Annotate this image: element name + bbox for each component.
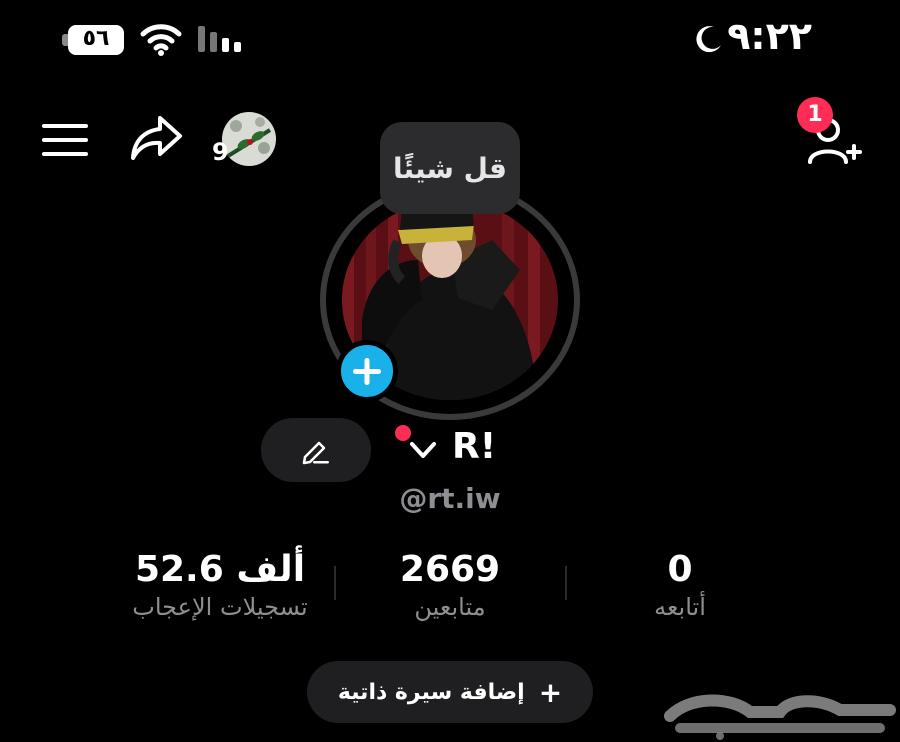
edit-profile-button[interactable] — [261, 418, 371, 482]
moon-icon — [696, 26, 721, 53]
story-count: 9 — [212, 138, 229, 166]
add-bio-button[interactable]: + إضافة سيرة ذاتية — [307, 661, 593, 723]
plus-icon — [353, 358, 381, 385]
followers-label: متابعين — [414, 593, 486, 621]
say-something-bubble[interactable]: قل شيئًا — [380, 122, 520, 214]
story-avatar[interactable] — [222, 112, 276, 166]
notification-badge: 1 — [797, 97, 833, 133]
display-name: R! — [452, 426, 497, 467]
battery-level: ٥٦ — [82, 26, 110, 51]
likes-stat[interactable]: 52.6 ألف تسجيلات الإعجاب — [100, 550, 340, 624]
wifi-icon — [140, 24, 182, 56]
likes-count: 52.6 ألف — [134, 549, 306, 590]
add-bio-label: إضافة سيرة ذاتية — [337, 679, 525, 705]
add-bio-plus-icon: + — [538, 675, 563, 709]
chevron-down-icon[interactable] — [408, 438, 438, 462]
pencil-icon — [302, 441, 329, 465]
followers-count: 2669 — [399, 549, 501, 590]
signal-icon — [198, 26, 241, 52]
profile-screen: ٩:٢٢ ٥٦ 9 1 قل شيئًا R! @rt.iw 52.6 ألف … — [0, 0, 900, 742]
followers-stat[interactable]: 2669 متابعين — [370, 550, 530, 624]
following-count: 0 — [667, 549, 693, 590]
username-handle: @rt.iw — [399, 482, 501, 515]
haraj-watermark — [664, 694, 896, 740]
add-story-button[interactable] — [336, 340, 398, 402]
battery-icon: ٥٦ — [62, 25, 124, 55]
following-stat[interactable]: 0 أتابعه — [600, 550, 760, 624]
story-avatar-image — [222, 112, 276, 166]
likes-label: تسجيلات الإعجاب — [132, 593, 308, 621]
stat-divider — [334, 566, 336, 600]
following-label: أتابعه — [654, 593, 706, 621]
share-icon[interactable] — [128, 112, 184, 166]
menu-icon[interactable] — [40, 120, 90, 160]
status-time: ٩:٢٢ — [727, 14, 812, 58]
stat-divider — [565, 566, 567, 600]
